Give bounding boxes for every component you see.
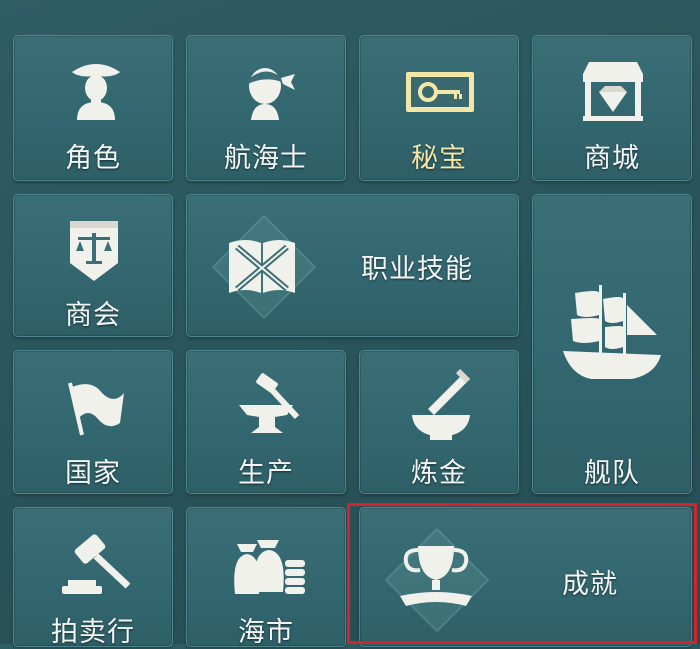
menu-label-production: 生产 bbox=[238, 458, 294, 489]
menu-tile-nation[interactable]: 国家 bbox=[13, 350, 173, 494]
menu-tile-alchemy[interactable]: 炼金 bbox=[359, 350, 519, 494]
guild-scales-icon bbox=[64, 217, 124, 283]
flag-icon bbox=[62, 379, 128, 439]
menu-label-sea-market: 海市 bbox=[238, 617, 294, 648]
menu-tile-production[interactable]: 生产 bbox=[186, 350, 346, 494]
anvil-hammer-icon bbox=[235, 371, 305, 441]
menu-label-treasure: 秘宝 bbox=[411, 143, 467, 174]
trophy-icon bbox=[396, 542, 476, 612]
sailing-ship-icon bbox=[561, 275, 665, 387]
menu-label-navigator: 航海士 bbox=[224, 143, 308, 174]
book-crossed-swords-icon bbox=[225, 231, 299, 301]
menu-tile-fleet[interactable]: 舰队 bbox=[532, 194, 692, 494]
menu-tile-job-skills[interactable]: 职业技能 bbox=[186, 194, 519, 337]
menu-tile-navigator[interactable]: 航海士 bbox=[186, 35, 346, 181]
menu-label-nation: 国家 bbox=[65, 458, 121, 489]
menu-tile-treasure[interactable]: 秘宝 bbox=[359, 35, 519, 181]
menu-label-job-skills: 职业技能 bbox=[361, 254, 473, 285]
menu-label-guild: 商会 bbox=[65, 300, 121, 331]
menu-tile-guild[interactable]: 商会 bbox=[13, 194, 173, 337]
pirate-captain-icon bbox=[69, 58, 123, 120]
sailor-bandana-icon bbox=[239, 60, 297, 120]
menu-label-fleet: 舰队 bbox=[584, 458, 640, 489]
gavel-icon bbox=[58, 532, 134, 598]
menu-label-character: 角色 bbox=[65, 143, 121, 174]
menu-label-store: 商城 bbox=[584, 143, 640, 174]
treasure-key-icon bbox=[404, 70, 476, 114]
mortar-pestle-icon bbox=[408, 369, 474, 441]
menu-label-achievements: 成就 bbox=[562, 569, 618, 600]
shop-gem-icon bbox=[579, 60, 647, 122]
menu-tile-store[interactable]: 商城 bbox=[532, 35, 692, 181]
menu-tile-auction-house[interactable]: 拍卖行 bbox=[13, 507, 173, 648]
money-bags-coins-icon bbox=[231, 534, 307, 600]
menu-tile-sea-market[interactable]: 海市 bbox=[186, 507, 346, 648]
menu-tile-character[interactable]: 角色 bbox=[13, 35, 173, 181]
menu-tile-achievements[interactable]: 成就 bbox=[359, 507, 692, 647]
menu-label-alchemy: 炼金 bbox=[411, 458, 467, 489]
menu-label-auction-house: 拍卖行 bbox=[51, 617, 135, 648]
